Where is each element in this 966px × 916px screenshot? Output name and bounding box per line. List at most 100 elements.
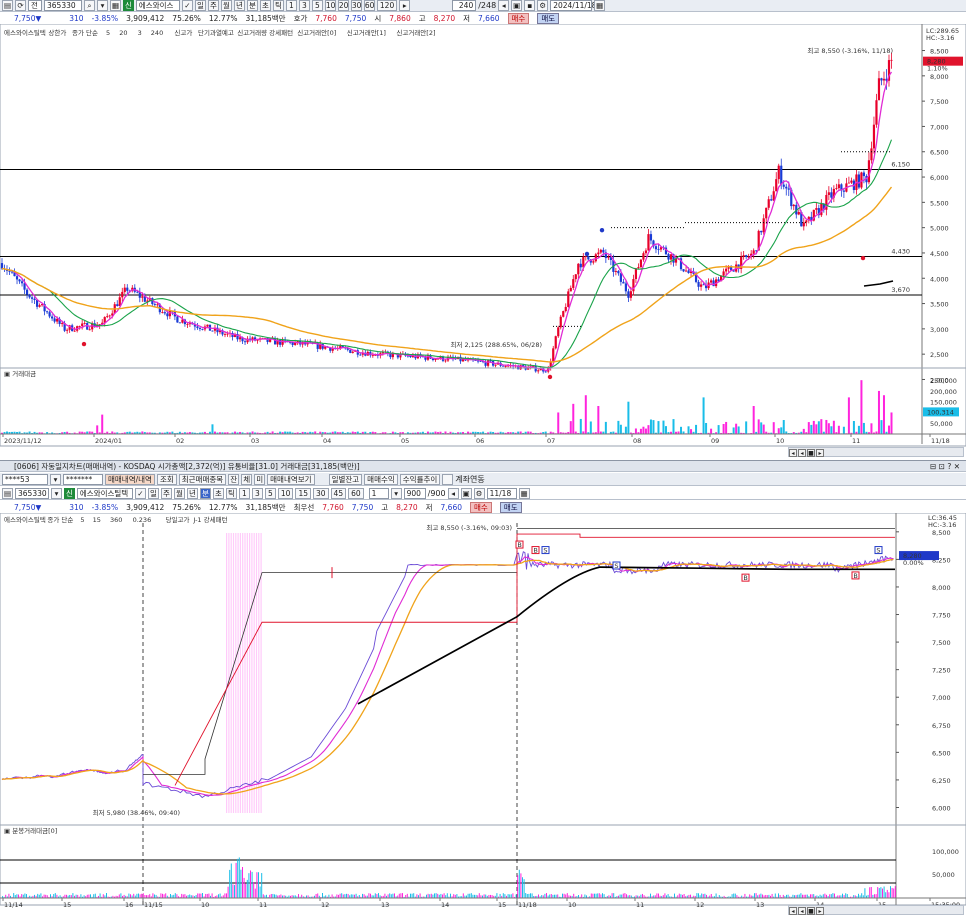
sell-button[interactable]: 매도	[537, 13, 560, 24]
date-input[interactable]: 2024/11/18	[550, 0, 596, 11]
interval-30[interactable]: 30	[350, 0, 362, 11]
dropdown-icon[interactable]: ▾	[51, 487, 62, 499]
date-input[interactable]: 11/18	[486, 487, 517, 499]
gear-icon[interactable]: ⚙	[537, 0, 549, 11]
unfilled-button[interactable]: 미	[254, 473, 266, 485]
buy-button[interactable]: 매수	[470, 502, 492, 513]
interval-45[interactable]: 45	[330, 487, 347, 499]
period-minute[interactable]: 분	[246, 0, 258, 11]
stock-name[interactable]: 에스와이스	[135, 0, 180, 11]
period-tick[interactable]: 틱	[272, 0, 284, 11]
interval-120[interactable]: 120	[376, 0, 398, 11]
interval-10[interactable]: 10	[324, 0, 336, 11]
interval-20[interactable]: 20	[337, 0, 349, 11]
interval-1[interactable]: 1	[238, 487, 250, 499]
scroll-next-icon[interactable]: ▸	[816, 449, 824, 457]
period-tick[interactable]: 틱	[225, 487, 237, 499]
stock-code-input[interactable]: 365330	[15, 487, 49, 499]
balance-button[interactable]: 잔	[228, 473, 240, 485]
scroll-first-icon[interactable]: ◂	[789, 907, 797, 915]
calendar-icon[interactable]: ▦	[518, 487, 530, 499]
trade-marker-label: B	[743, 574, 747, 582]
view-history-button[interactable]: 매매내역보기	[267, 473, 315, 485]
date-label: 08	[633, 437, 641, 445]
sync-button[interactable]: ⟳	[15, 0, 26, 11]
buy-button[interactable]: 매수	[507, 13, 530, 24]
period-month[interactable]: 월	[173, 487, 185, 499]
interval-60[interactable]: 60	[363, 0, 375, 11]
count-input[interactable]: 240	[452, 0, 477, 11]
candle-body	[877, 78, 881, 101]
daily-balance-button[interactable]: 일별잔고	[328, 473, 363, 485]
period-year[interactable]: 년	[233, 0, 245, 11]
count-input[interactable]: 900	[403, 487, 426, 499]
account-sync-checkbox[interactable]	[442, 473, 454, 485]
fills-button[interactable]: 체	[241, 473, 253, 485]
volume-bar	[890, 412, 893, 434]
search-icon[interactable]: ⌕	[84, 0, 95, 11]
account-input[interactable]: ****53	[2, 473, 48, 485]
scroll-prev-icon[interactable]: ◂	[798, 907, 806, 915]
bottom-scrollbar[interactable]: ◂ ◂ ■ ▸	[788, 905, 964, 915]
period-second[interactable]: 초	[259, 0, 271, 11]
scroll-stop-icon[interactable]: ■	[807, 449, 815, 457]
interval-15[interactable]: 15	[295, 487, 311, 499]
window-controls[interactable]: ⊟ ⊡ ? ✕	[930, 461, 960, 472]
period-week[interactable]: 주	[207, 0, 219, 11]
interval-3[interactable]: 3	[298, 0, 310, 11]
panel-icon[interactable]: ▤	[2, 0, 13, 11]
period-year[interactable]: 년	[186, 487, 198, 499]
stock-name[interactable]: 에스와이스틸텍	[76, 487, 133, 499]
calendar-icon[interactable]: ▦	[594, 0, 606, 11]
period-month[interactable]: 월	[220, 0, 232, 11]
interval-30[interactable]: 30	[313, 487, 329, 499]
scroll-first-icon[interactable]: ◂	[789, 449, 797, 457]
candle-body	[830, 192, 833, 198]
password-input[interactable]: *******	[63, 473, 103, 485]
scroll-prev-icon[interactable]: ◂	[798, 449, 806, 457]
multiplier-dropdown-icon[interactable]: ▾	[390, 487, 402, 499]
grid-icon[interactable]: ▦	[110, 0, 121, 11]
scroll-stop-icon[interactable]: ■	[807, 907, 815, 915]
period-day[interactable]: 일	[147, 487, 159, 499]
check-icon[interactable]: ✓	[134, 487, 146, 499]
volume-bar	[16, 894, 18, 898]
volume-bar	[37, 893, 39, 898]
scroll-next-icon[interactable]: ▸	[816, 907, 824, 915]
check-icon[interactable]: ✓	[181, 0, 193, 11]
lock-icon[interactable]: ▣	[460, 487, 472, 499]
period-minute[interactable]: 분	[199, 487, 211, 499]
arrow-icon[interactable]: ▸	[399, 0, 411, 11]
prev-icon[interactable]: ◂	[498, 0, 510, 11]
interval-5[interactable]: 5	[311, 0, 323, 11]
gear-icon[interactable]: ⚙	[473, 487, 485, 499]
period-second[interactable]: 초	[212, 487, 224, 499]
market-flag[interactable]: 전	[28, 0, 42, 11]
candle-body	[857, 174, 861, 188]
panel-icon[interactable]: ▤	[2, 487, 13, 499]
interval-10[interactable]: 10	[277, 487, 294, 499]
trade-profit-button[interactable]: 매매수익	[364, 473, 398, 485]
sell-button[interactable]: 매도	[499, 502, 522, 513]
dropdown-icon[interactable]: ▾	[97, 0, 108, 11]
candle-body	[381, 352, 384, 354]
recent-items-button[interactable]: 최근매매종목	[178, 473, 227, 485]
candle-body	[156, 304, 159, 306]
profit-trend-button[interactable]: 수익률추이	[399, 473, 441, 485]
stock-code-input[interactable]: 365330	[44, 0, 82, 11]
account-dropdown-icon[interactable]: ▾	[50, 473, 61, 485]
candle-body	[667, 254, 670, 260]
trade-history-button[interactable]: 매매내역/내역	[105, 473, 155, 485]
prev-icon[interactable]: ◂	[447, 487, 459, 499]
period-day[interactable]: 일	[194, 0, 206, 11]
save-icon[interactable]: ▪	[524, 0, 536, 11]
interval-1[interactable]: 1	[285, 0, 297, 11]
multiplier-input[interactable]: 1	[368, 487, 389, 499]
period-week[interactable]: 주	[160, 487, 172, 499]
top-scrollbar[interactable]: ◂ ◂ ■ ▸	[788, 447, 964, 457]
interval-5[interactable]: 5	[264, 487, 276, 499]
lock-icon[interactable]: ▣	[511, 0, 523, 11]
interval-60[interactable]: 60	[348, 487, 364, 499]
query-button[interactable]: 조회	[156, 473, 177, 485]
interval-3[interactable]: 3	[251, 487, 263, 499]
